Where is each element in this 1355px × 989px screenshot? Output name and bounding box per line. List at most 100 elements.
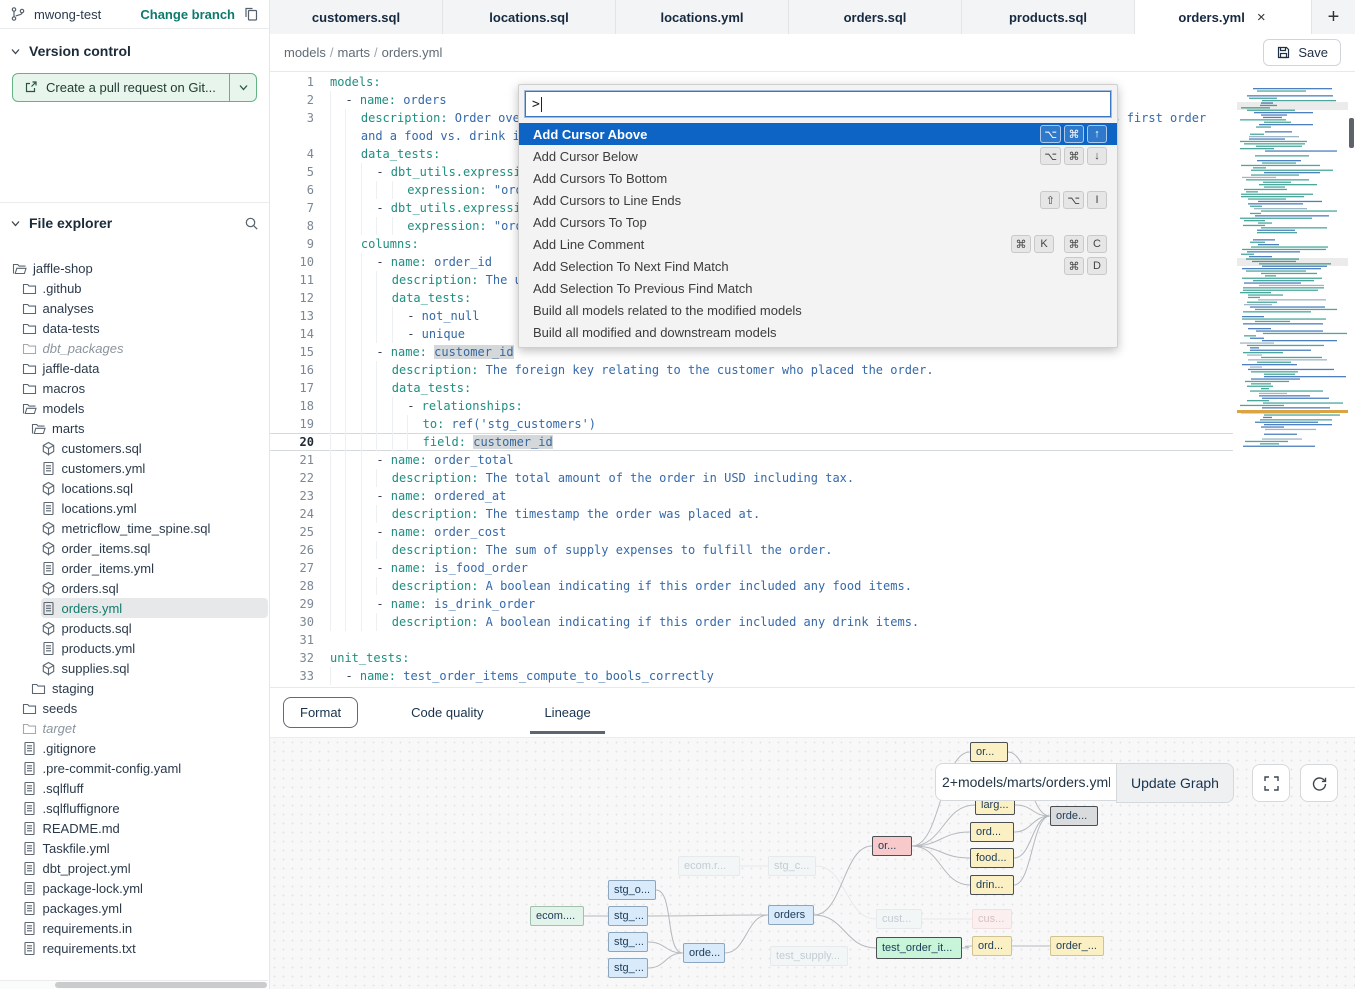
- file-tree-item-locations.sql[interactable]: locations.sql: [41, 478, 269, 498]
- minimap[interactable]: [1237, 86, 1348, 448]
- file-tree-item-customers.sql[interactable]: customers.sql: [41, 438, 269, 458]
- file-tree-item-products.yml[interactable]: products.yml: [41, 638, 269, 658]
- code-line[interactable]: 24description: The timestamp the order w…: [270, 505, 1233, 523]
- lineage-node-test_supply[interactable]: test_supply...: [770, 946, 848, 966]
- palette-item[interactable]: Add Line Comment⌘K⌘C: [519, 233, 1117, 255]
- panel-tab-lineage[interactable]: Lineage: [536, 688, 598, 737]
- file-tree-item-requirements.txt[interactable]: requirements.txt: [22, 938, 269, 958]
- tab-locations.sql[interactable]: locations.sql: [443, 0, 616, 34]
- file-tree-item-supplies.sql[interactable]: supplies.sql: [41, 658, 269, 678]
- code-line[interactable]: 16description: The foreign key relating …: [270, 361, 1233, 379]
- lineage-node-stg_o[interactable]: stg_o...: [608, 880, 656, 900]
- file-tree-item-jaffle-data[interactable]: jaffle-data: [22, 358, 269, 378]
- lineage-node-cus_f[interactable]: cus...: [972, 909, 1012, 929]
- code-line[interactable]: 33- name: test_order_items_compute_to_bo…: [270, 667, 1233, 685]
- lineage-node-or_y[interactable]: or...: [970, 742, 1008, 762]
- code-line[interactable]: 29- name: is_drink_order: [270, 595, 1233, 613]
- palette-item[interactable]: Build all modified and downstream models: [519, 321, 1117, 343]
- code-line[interactable]: 25- name: order_cost: [270, 523, 1233, 541]
- save-button[interactable]: Save: [1263, 39, 1341, 66]
- lineage-node-ord_y1[interactable]: ord...: [970, 822, 1014, 842]
- fullscreen-button[interactable]: [1252, 764, 1290, 802]
- file-tree-item-orders.sql[interactable]: orders.sql: [41, 578, 269, 598]
- file-tree-item-dbt_project.yml[interactable]: dbt_project.yml: [22, 858, 269, 878]
- lineage-node-ecom_r[interactable]: ecom.r...: [678, 856, 740, 876]
- lineage-node-ecom[interactable]: ecom....: [530, 906, 584, 926]
- palette-item[interactable]: Add Cursors To Bottom: [519, 167, 1117, 189]
- file-tree-item-requirements.in[interactable]: requirements.in: [22, 918, 269, 938]
- new-tab-button[interactable]: +: [1312, 0, 1355, 34]
- lineage-node-orders[interactable]: orders: [768, 905, 814, 925]
- file-tree-item-packages.yml[interactable]: packages.yml: [22, 898, 269, 918]
- code-line[interactable]: 26description: The sum of supply expense…: [270, 541, 1233, 559]
- lineage-node-stg2[interactable]: stg_...: [608, 932, 648, 952]
- update-graph-button[interactable]: Update Graph: [1116, 763, 1234, 803]
- panel-tab-code-quality[interactable]: Code quality: [403, 688, 491, 737]
- code-line[interactable]: 32unit_tests:: [270, 649, 1233, 667]
- code-line[interactable]: 28description: A boolean indicating if t…: [270, 577, 1233, 595]
- code-line[interactable]: 30description: A boolean indicating if t…: [270, 613, 1233, 631]
- file-tree-item-metricflow_time_spine.sql[interactable]: metricflow_time_spine.sql: [41, 518, 269, 538]
- file-tree-item-Taskfile.yml[interactable]: Taskfile.yml: [22, 838, 269, 858]
- lineage-node-ord_y2[interactable]: ord...: [972, 936, 1012, 956]
- file-tree-item-data-tests[interactable]: data-tests: [22, 318, 269, 338]
- file-tree-item-order_items.yml[interactable]: order_items.yml: [41, 558, 269, 578]
- code-line[interactable]: 19to: ref('stg_customers'): [270, 415, 1233, 433]
- file-tree-item-marts[interactable]: marts: [31, 418, 268, 438]
- code-line[interactable]: 21- name: order_total: [270, 451, 1233, 469]
- search-icon[interactable]: [244, 216, 259, 231]
- lineage-node-orde1[interactable]: orde...: [683, 943, 725, 963]
- editor-scrollbar[interactable]: [1348, 72, 1355, 688]
- palette-item[interactable]: Add Selection To Previous Find Match: [519, 277, 1117, 299]
- breadcrumb-segment[interactable]: marts: [338, 45, 371, 60]
- code-line[interactable]: 18- relationships:: [270, 397, 1233, 415]
- file-tree-item-staging[interactable]: staging: [31, 678, 268, 698]
- pr-dropdown-toggle[interactable]: [229, 74, 256, 101]
- file-tree-item-.github[interactable]: .github: [22, 278, 269, 298]
- scrollbar-thumb[interactable]: [1349, 118, 1354, 148]
- lineage-canvas[interactable]: ecom.r... stg_c... cust... test_supply... cu…: [270, 737, 1355, 989]
- file-tree-item-dbt_packages[interactable]: dbt_packages: [22, 338, 269, 358]
- scrollbar-thumb[interactable]: [55, 982, 267, 988]
- file-tree-item-macros[interactable]: macros: [22, 378, 269, 398]
- file-tree-item-.gitignore[interactable]: .gitignore: [22, 738, 269, 758]
- code-line[interactable]: 17data_tests:: [270, 379, 1233, 397]
- palette-item[interactable]: Add Cursors to Line Ends⇧⌥I: [519, 189, 1117, 211]
- code-line[interactable]: 22description: The total amount of the o…: [270, 469, 1233, 487]
- tab-orders.yml[interactable]: orders.yml×: [1135, 0, 1312, 35]
- file-tree-item-seeds[interactable]: seeds: [22, 698, 269, 718]
- lineage-node-orde_gray[interactable]: orde...: [1050, 806, 1098, 826]
- file-tree-item-order_items.sql[interactable]: order_items.sql: [41, 538, 269, 558]
- file-tree-item-analyses[interactable]: analyses: [22, 298, 269, 318]
- tab-products.sql[interactable]: products.sql: [962, 0, 1135, 34]
- file-explorer-header[interactable]: File explorer: [0, 203, 269, 239]
- command-palette-input[interactable]: >: [525, 91, 1111, 117]
- code-line[interactable]: 23- name: ordered_at: [270, 487, 1233, 505]
- version-control-header[interactable]: Version control: [0, 29, 269, 67]
- copy-icon[interactable]: [243, 6, 259, 22]
- palette-item[interactable]: Build all models related to the modified…: [519, 299, 1117, 321]
- tab-locations.yml[interactable]: locations.yml: [616, 0, 789, 34]
- lineage-node-drin[interactable]: drin...: [970, 875, 1014, 895]
- palette-item[interactable]: Add Cursors To Top: [519, 211, 1117, 233]
- file-tree-item-package-lock.yml[interactable]: package-lock.yml: [22, 878, 269, 898]
- breadcrumb-segment[interactable]: orders.yml: [382, 45, 443, 60]
- file-tree-item-.sqlfluffignore[interactable]: .sqlfluffignore: [22, 798, 269, 818]
- lineage-node-food[interactable]: food...: [970, 848, 1014, 868]
- file-tree-item-target[interactable]: target: [22, 718, 269, 738]
- refresh-button[interactable]: [1300, 764, 1338, 802]
- lineage-node-or_pink[interactable]: or...: [872, 836, 912, 856]
- file-tree-item-products.sql[interactable]: products.sql: [41, 618, 269, 638]
- format-button[interactable]: Format: [283, 697, 358, 728]
- lineage-node-test_order[interactable]: test_order_it...: [876, 937, 962, 959]
- lineage-node-order_items[interactable]: order_...: [1050, 936, 1104, 956]
- palette-item[interactable]: Add Selection To Next Find Match⌘D: [519, 255, 1117, 277]
- file-tree-item-locations.yml[interactable]: locations.yml: [41, 498, 269, 518]
- lineage-node-cust_f[interactable]: cust...: [876, 909, 922, 929]
- lineage-node-stg_c[interactable]: stg_c...: [768, 856, 816, 876]
- create-pr-button[interactable]: Create a pull request on Git...: [12, 73, 257, 102]
- breadcrumb-segment[interactable]: models: [284, 45, 326, 60]
- tab-orders.sql[interactable]: orders.sql: [789, 0, 962, 34]
- lineage-node-stg3[interactable]: stg_...: [608, 958, 648, 978]
- file-tree-item-.pre-commit-config.yaml[interactable]: .pre-commit-config.yaml: [22, 758, 269, 778]
